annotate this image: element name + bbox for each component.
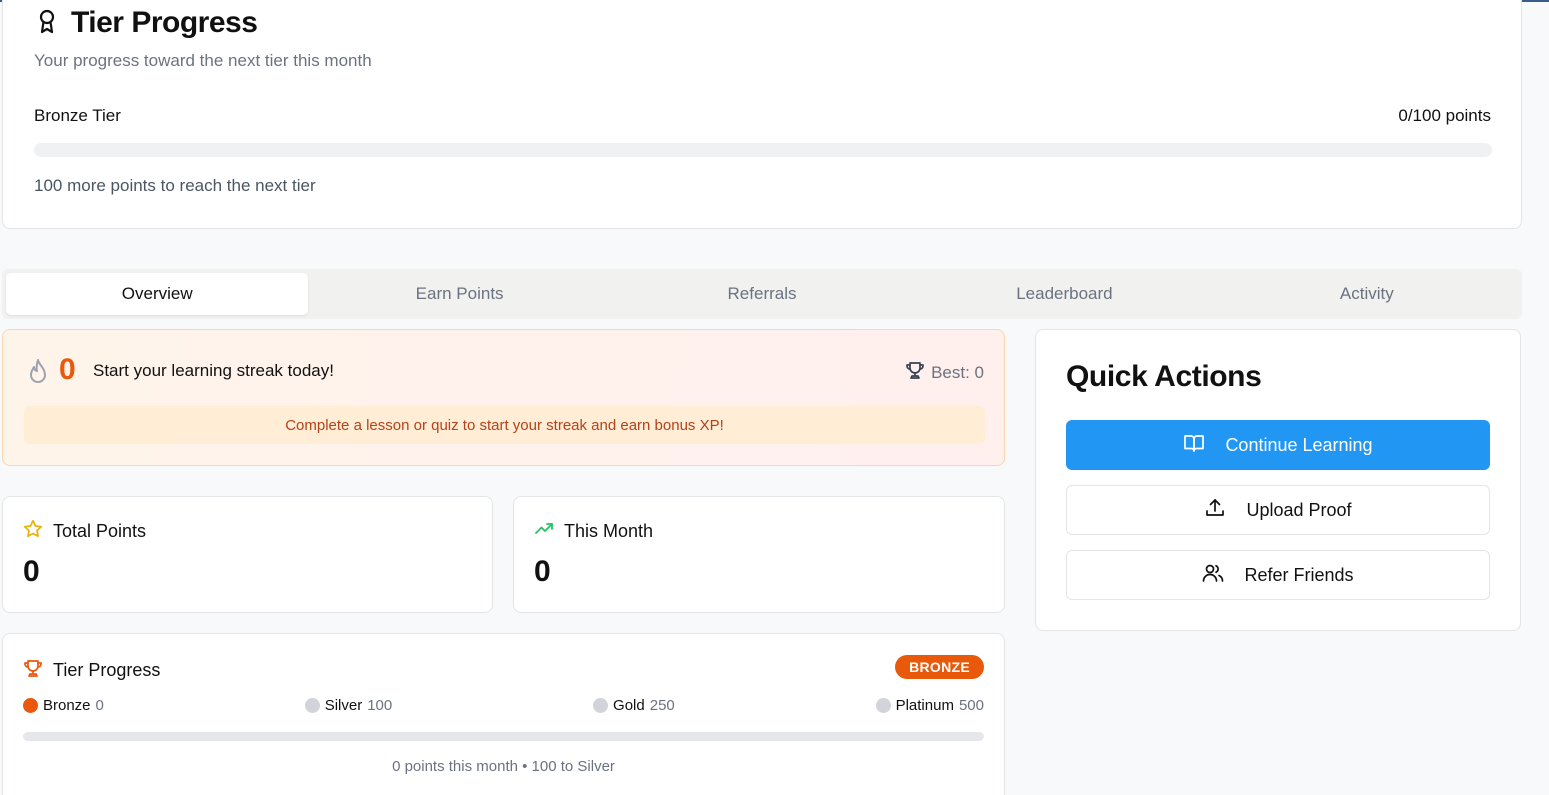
upload-proof-button[interactable]: Upload Proof xyxy=(1066,485,1490,535)
tier-level-name: Gold xyxy=(613,697,645,714)
tab-leaderboard[interactable]: Leaderboard xyxy=(913,273,1215,315)
tab-earn-points[interactable]: Earn Points xyxy=(308,273,610,315)
quick-actions-title: Quick Actions xyxy=(1066,360,1262,393)
continue-learning-label: Continue Learning xyxy=(1225,434,1373,455)
page-subtitle: Your progress toward the next tier this … xyxy=(34,51,372,70)
tier-ladder-note: 0 points this month • 100 to Silver xyxy=(392,758,615,775)
tier-dot-icon xyxy=(593,698,609,713)
tier-level-silver: Silver 100 xyxy=(304,697,393,714)
refer-friends-button[interactable]: Refer Friends xyxy=(1066,550,1490,600)
total-points-value: 0 xyxy=(23,555,40,588)
tier-level-points: 250 xyxy=(649,697,675,714)
trophy-icon xyxy=(23,658,43,683)
tier-level-points: 0 xyxy=(95,697,104,714)
tier-dot-icon xyxy=(23,698,38,713)
tier-dot-icon xyxy=(875,698,891,713)
tier-level-gold: Gold 250 xyxy=(593,697,675,714)
this-month-value: 0 xyxy=(534,555,551,588)
total-points-label: Total Points xyxy=(53,521,147,541)
tier-level-points: 500 xyxy=(958,697,984,714)
upload-icon xyxy=(1204,498,1226,523)
current-tier-label: Bronze Tier xyxy=(34,106,121,125)
this-month-header: This Month xyxy=(534,519,653,544)
trophy-icon xyxy=(905,360,925,385)
tier-level-bronze: Bronze 0 xyxy=(23,697,104,714)
streak-message: Start your learning streak today! xyxy=(93,361,334,380)
tab-referrals[interactable]: Referrals xyxy=(611,273,913,315)
refer-friends-label: Refer Friends xyxy=(1244,564,1354,585)
tier-progress-note: 100 more points to reach the next tier xyxy=(34,176,316,195)
tier-levels: Bronze 0 Silver 100 Gold 250 Platinum 50… xyxy=(23,697,984,714)
tier-points-readout: 0/100 points xyxy=(1398,106,1491,125)
trending-up-icon xyxy=(534,519,554,544)
tier-ladder-title: Tier Progress xyxy=(53,660,161,680)
streak-tip: Complete a lesson or quiz to start your … xyxy=(24,406,985,444)
total-points-card: Total Points 0 xyxy=(2,496,493,613)
best-streak: Best: 0 xyxy=(905,360,984,385)
upload-proof-label: Upload Proof xyxy=(1246,499,1352,520)
page-title: Tier Progress xyxy=(71,6,258,39)
tier-level-points: 100 xyxy=(367,697,393,714)
quick-actions-card: Quick Actions Continue Learning Upload P… xyxy=(1035,329,1521,631)
tier-ladder-progress-bar xyxy=(23,732,984,741)
tier-progress-card: Tier Progress Your progress toward the n… xyxy=(2,0,1522,229)
tier-level-name: Bronze xyxy=(43,697,91,714)
tier-dot-icon xyxy=(304,698,320,713)
total-points-header: Total Points xyxy=(23,519,146,544)
tier-badge: BRONZE xyxy=(895,655,984,679)
streak-card: 0 Start your learning streak today! Best… xyxy=(2,329,1005,466)
flame-icon xyxy=(25,358,51,391)
tab-overview[interactable]: Overview xyxy=(6,273,309,315)
award-icon xyxy=(35,8,59,39)
tier-level-name: Silver xyxy=(324,697,363,714)
tab-activity[interactable]: Activity xyxy=(1216,273,1518,315)
this-month-card: This Month 0 xyxy=(513,496,1005,613)
tier-progress-bar xyxy=(34,143,1492,157)
tier-progress-heading: Tier Progress xyxy=(35,6,258,40)
tier-level-platinum: Platinum 500 xyxy=(875,697,984,714)
tier-ladder-card: Tier Progress BRONZE Bronze 0 Silver 100… xyxy=(2,633,1005,795)
star-icon xyxy=(23,519,43,544)
tier-ladder-header: Tier Progress xyxy=(23,658,160,683)
continue-learning-button[interactable]: Continue Learning xyxy=(1066,420,1490,470)
this-month-label: This Month xyxy=(564,521,654,541)
book-open-icon xyxy=(1183,433,1205,458)
tab-bar: Overview Earn Points Referrals Leaderboa… xyxy=(2,269,1522,319)
streak-count: 0 xyxy=(59,353,76,386)
tier-level-name: Platinum xyxy=(895,697,954,714)
users-icon xyxy=(1202,563,1224,588)
best-streak-label: Best: 0 xyxy=(931,362,984,382)
